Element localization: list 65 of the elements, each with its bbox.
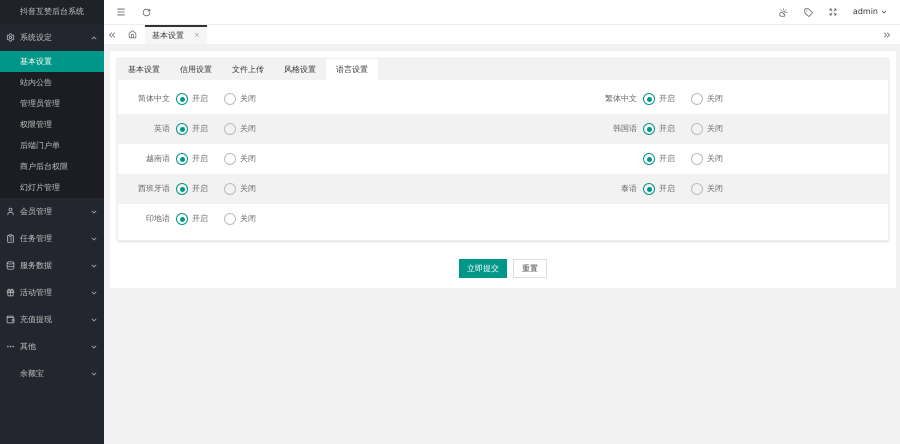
radio-option[interactable]: 开启	[176, 93, 208, 105]
reset-button[interactable]: 重置	[513, 259, 547, 278]
scroll-left-icon[interactable]	[107, 30, 117, 40]
radio-option[interactable]: 开启	[643, 153, 675, 165]
user-icon	[6, 207, 15, 216]
submit-button[interactable]: 立即提交	[459, 259, 507, 278]
scroll-right-icon[interactable]	[882, 30, 892, 40]
menu-item[interactable]: 站内公告	[0, 72, 104, 93]
caret-icon	[880, 8, 888, 16]
radio-option[interactable]: 关闭	[691, 153, 723, 165]
settings-tab[interactable]: 基本设置	[118, 59, 170, 80]
radio-option[interactable]: 关闭	[224, 123, 256, 135]
menu-group[interactable]: 系统设定	[0, 24, 104, 51]
database-icon	[6, 261, 15, 270]
radio-option[interactable]: 开启	[643, 93, 675, 105]
home-icon[interactable]	[128, 30, 137, 39]
field-label: 韩国语	[613, 123, 637, 135]
radio-option[interactable]: 开启	[176, 183, 208, 195]
menu-item[interactable]: 商户后台权限	[0, 156, 104, 177]
menu-group[interactable]: 充值提现	[0, 306, 104, 333]
radio-option[interactable]: 开启	[643, 123, 675, 135]
field-label: 英语	[154, 123, 170, 135]
menu-item[interactable]: 权限管理	[0, 114, 104, 135]
app-title: 抖音互赞后台系统	[0, 0, 104, 24]
refresh-icon[interactable]	[142, 8, 151, 16]
menu-group[interactable]: 余额宝	[0, 360, 104, 387]
menu-item[interactable]: 管理员管理	[0, 93, 104, 114]
tag-icon[interactable]	[804, 8, 813, 16]
field-label: 简体中文	[138, 93, 170, 105]
radio-option[interactable]: 关闭	[224, 183, 256, 195]
menu-group[interactable]: 活动管理	[0, 279, 104, 306]
radio-option[interactable]: 关闭	[691, 123, 723, 135]
radio-option[interactable]: 开启	[176, 123, 208, 135]
settings-tab[interactable]: 风格设置	[274, 59, 326, 80]
radio-option[interactable]: 关闭	[224, 213, 256, 225]
settings-tab[interactable]: 信用设置	[170, 59, 222, 80]
wallet-icon	[6, 315, 15, 324]
settings-tab[interactable]: 文件上传	[222, 59, 274, 80]
radio-option[interactable]: 关闭	[691, 183, 723, 195]
user-menu[interactable]: admin	[852, 6, 888, 18]
menu-group[interactable]: 任务管理	[0, 225, 104, 252]
settings-tab[interactable]: 语言设置	[326, 59, 378, 80]
radio-option[interactable]: 开启	[176, 153, 208, 165]
field-label: 泰语	[621, 183, 637, 195]
gear-icon	[6, 33, 15, 42]
gift-icon	[6, 288, 15, 297]
radio-option[interactable]: 关闭	[224, 93, 256, 105]
field-label: 西班牙语	[138, 183, 170, 195]
field-label: 繁体中文	[605, 93, 637, 105]
menu-group[interactable]: 会员管理	[0, 198, 104, 225]
radio-option[interactable]: 开启	[176, 213, 208, 225]
menu-icon[interactable]	[116, 7, 126, 17]
fullscreen-icon[interactable]	[828, 8, 837, 16]
radio-option[interactable]: 关闭	[224, 153, 256, 165]
menu-item[interactable]: 后端门户单	[0, 135, 104, 156]
field-label: 印地语	[146, 213, 170, 225]
menu-item[interactable]: 幻灯片管理	[0, 177, 104, 198]
menu-group[interactable]: 其他	[0, 333, 104, 360]
cloud-icon[interactable]	[778, 8, 788, 16]
menu-group[interactable]: 服务数据	[0, 252, 104, 279]
menu-item[interactable]: 基本设置	[0, 51, 104, 72]
radio-option[interactable]: 关闭	[691, 93, 723, 105]
field-label: 越南语	[146, 153, 170, 165]
clipboard-icon	[6, 234, 15, 243]
radio-option[interactable]: 开启	[643, 183, 675, 195]
